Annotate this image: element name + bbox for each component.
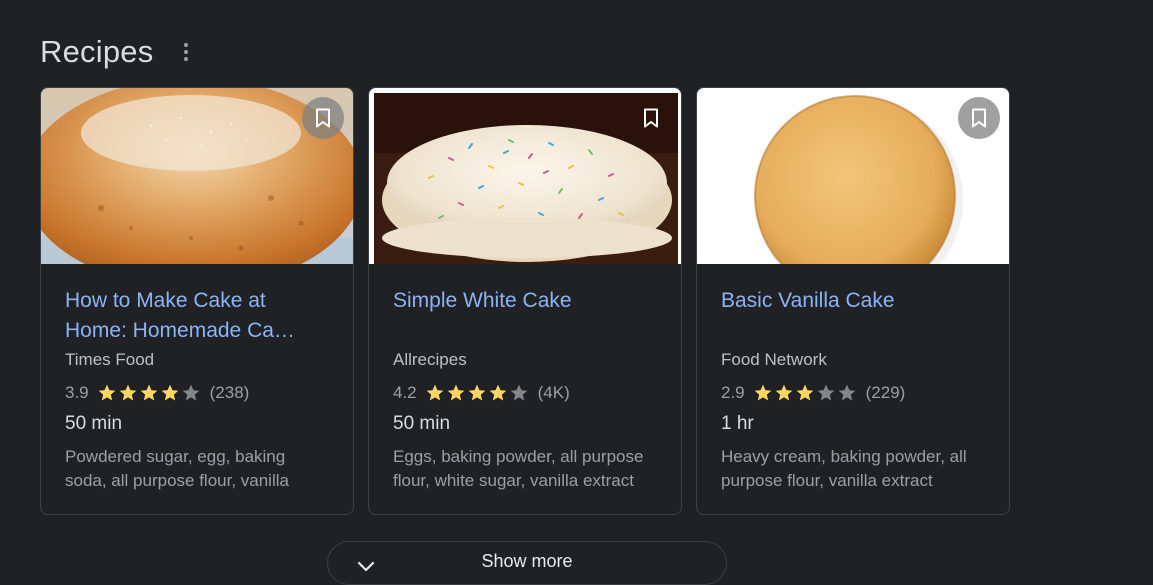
more-options-icon[interactable] — [177, 38, 195, 66]
star-empty-icon — [510, 384, 527, 401]
recipe-carousel: How to Make Cake at Home: Homemade Ca… T… — [40, 87, 1024, 515]
recipe-source: Allrecipes — [393, 350, 467, 369]
bookmark-button[interactable] — [302, 97, 344, 139]
star-filled-icon — [161, 384, 178, 401]
recipe-title[interactable]: Basic Vanilla Cake — [721, 286, 985, 346]
star-rating — [425, 383, 530, 403]
ingredients: Powdered sugar, egg, baking soda, all pu… — [65, 447, 289, 490]
chevron-down-icon — [357, 561, 375, 572]
star-filled-icon — [796, 384, 813, 401]
recipe-image — [41, 88, 353, 264]
star-filled-icon — [775, 384, 792, 401]
review-count: (4K) — [537, 383, 570, 402]
recipe-card[interactable]: Basic Vanilla Cake Food Network 2.9 (229… — [696, 87, 1010, 515]
bookmark-icon — [316, 108, 330, 128]
recipe-image — [697, 88, 1009, 264]
star-filled-icon — [98, 384, 115, 401]
cook-time: 50 min — [65, 413, 123, 434]
rating-row: 3.9 (238) — [65, 382, 329, 404]
recipes-header: Recipes — [40, 30, 195, 74]
star-empty-icon — [817, 384, 834, 401]
review-count: (238) — [209, 383, 250, 402]
rating-value: 3.9 — [65, 383, 89, 402]
show-more-button[interactable]: Show more — [327, 541, 727, 585]
section-title: Recipes — [40, 34, 154, 69]
show-more-label: Show more — [481, 550, 573, 571]
cook-time: 1 hr — [721, 413, 754, 434]
star-filled-icon — [447, 384, 464, 401]
recipe-card[interactable]: Simple White Cake Allrecipes 4.2 (4K) 50… — [368, 87, 682, 515]
bookmark-icon — [644, 108, 658, 128]
star-filled-icon — [426, 384, 443, 401]
star-rating — [97, 383, 202, 403]
ingredients: Eggs, baking powder, all purpose flour, … — [393, 447, 644, 490]
bookmark-button[interactable] — [630, 97, 672, 139]
bookmark-button[interactable] — [958, 97, 1000, 139]
recipe-source: Times Food — [65, 350, 155, 369]
star-empty-icon — [182, 384, 199, 401]
recipe-image — [369, 88, 681, 264]
star-filled-icon — [468, 384, 485, 401]
review-count: (229) — [865, 383, 906, 402]
recipe-source: Food Network — [721, 350, 827, 369]
ingredients: Heavy cream, baking powder, all purpose … — [721, 447, 967, 490]
rating-row: 4.2 (4K) — [393, 382, 657, 404]
star-empty-icon — [838, 384, 855, 401]
recipe-title[interactable]: Simple White Cake — [393, 286, 657, 346]
star-filled-icon — [140, 384, 157, 401]
star-filled-icon — [119, 384, 136, 401]
recipe-card[interactable]: How to Make Cake at Home: Homemade Ca… T… — [40, 87, 354, 515]
star-filled-icon — [489, 384, 506, 401]
recipe-title[interactable]: How to Make Cake at Home: Homemade Ca… — [65, 286, 329, 346]
star-rating — [753, 383, 858, 403]
star-filled-icon — [754, 384, 771, 401]
rating-row: 2.9 (229) — [721, 382, 985, 404]
cook-time: 50 min — [393, 413, 451, 434]
rating-value: 4.2 — [393, 383, 417, 402]
rating-value: 2.9 — [721, 383, 745, 402]
bookmark-icon — [972, 108, 986, 128]
